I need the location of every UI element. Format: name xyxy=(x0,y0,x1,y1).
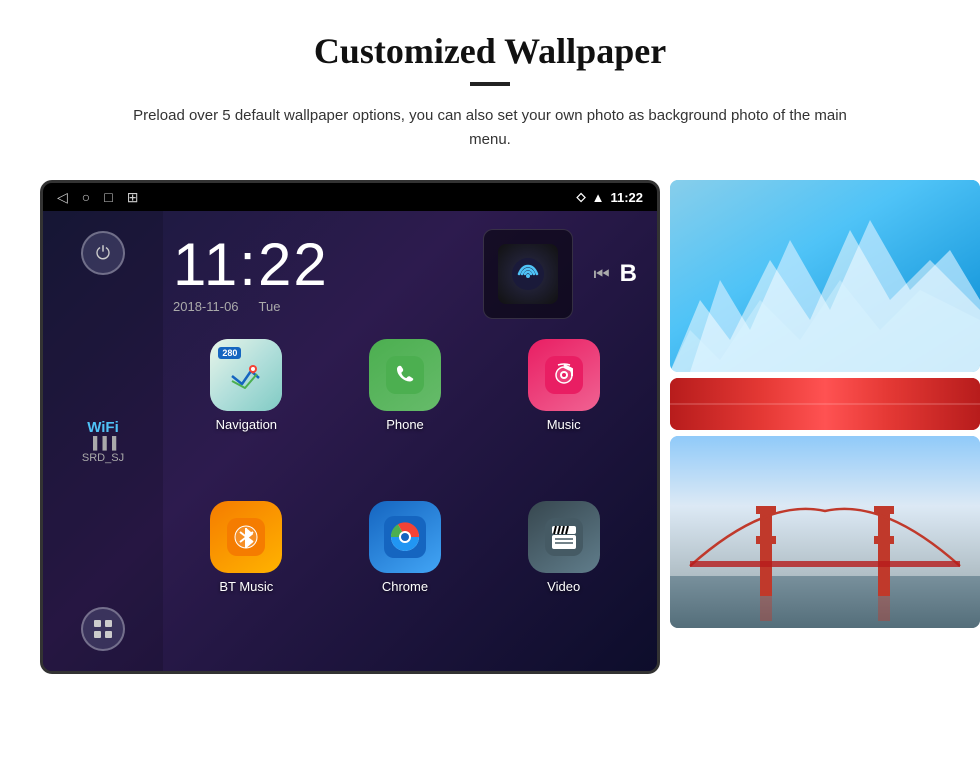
back-nav-icon[interactable]: ◁ xyxy=(57,189,68,206)
app-item-navigation[interactable]: 280 xyxy=(173,339,320,489)
home-nav-icon[interactable]: ○ xyxy=(82,189,90,205)
media-widget xyxy=(483,229,573,319)
navigation-label: Navigation xyxy=(216,417,277,432)
bt-music-icon xyxy=(210,501,282,573)
page-description: Preload over 5 default wallpaper options… xyxy=(115,104,865,152)
app-item-phone[interactable]: Phone xyxy=(332,339,479,489)
wifi-label: WiFi xyxy=(82,419,124,436)
bt-music-label: BT Music xyxy=(219,579,273,594)
page-title: Customized Wallpaper xyxy=(40,30,940,72)
wallpaper-thumbnails xyxy=(670,180,980,628)
wifi-bars: ▐▐▐ xyxy=(82,436,124,450)
nav-badge: 280 xyxy=(218,347,241,359)
device-mockup: ◁ ○ □ ⊞ ⬦ ▲ 11:22 ⏻ WiFi ▐ xyxy=(40,180,660,674)
content-area: ◁ ○ □ ⊞ ⬦ ▲ 11:22 ⏻ WiFi ▐ xyxy=(40,180,940,674)
app-item-bt-music[interactable]: BT Music xyxy=(173,501,320,651)
wallpaper-thumb-ice[interactable] xyxy=(670,180,980,372)
status-bar: ◁ ○ □ ⊞ ⬦ ▲ 11:22 xyxy=(43,183,657,211)
screen-body: ⏻ WiFi ▐▐▐ SRD_SJ xyxy=(43,211,657,671)
wifi-icon: ▲ xyxy=(592,190,605,205)
wifi-info: WiFi ▐▐▐ SRD_SJ xyxy=(82,419,124,464)
status-time: 11:22 xyxy=(610,190,643,205)
clock-row: 11:22 2018-11-06 Tue xyxy=(163,211,657,329)
status-left: ◁ ○ □ ⊞ xyxy=(57,189,138,206)
title-divider xyxy=(470,82,510,86)
app-item-chrome[interactable]: Chrome xyxy=(332,501,479,651)
music-icon xyxy=(528,339,600,411)
phone-label: Phone xyxy=(386,417,424,432)
navigation-icon: 280 xyxy=(210,339,282,411)
chrome-icon xyxy=(369,501,441,573)
status-right: ⬦ ▲ 11:22 xyxy=(576,189,643,205)
media-controls: ⏮ B xyxy=(593,260,637,288)
video-icon xyxy=(528,501,600,573)
clock-section: 11:22 2018-11-06 Tue xyxy=(173,235,463,314)
app-item-video[interactable]: Video xyxy=(490,501,637,651)
recents-nav-icon[interactable]: □ xyxy=(104,189,112,205)
text-b-label: B xyxy=(620,260,637,288)
wallpaper-stack xyxy=(670,180,980,628)
screen-main: 11:22 2018-11-06 Tue xyxy=(163,211,657,671)
clock-time: 11:22 xyxy=(173,235,463,295)
left-sidebar: ⏻ WiFi ▐▐▐ SRD_SJ xyxy=(43,211,163,671)
screenshot-nav-icon[interactable]: ⊞ xyxy=(127,189,139,206)
app-item-music[interactable]: Music xyxy=(490,339,637,489)
chrome-label: Chrome xyxy=(382,579,428,594)
apps-button[interactable] xyxy=(81,607,125,651)
music-label: Music xyxy=(547,417,581,432)
clock-day-value: Tue xyxy=(259,299,281,314)
clock-date: 2018-11-06 Tue xyxy=(173,299,463,314)
media-icon xyxy=(498,244,558,304)
skip-back-icon[interactable]: ⏮ xyxy=(593,264,609,285)
app-grid: 280 xyxy=(163,329,657,671)
video-label: Video xyxy=(547,579,580,594)
power-button[interactable]: ⏻ xyxy=(81,231,125,275)
wifi-ssid: SRD_SJ xyxy=(82,452,124,464)
nav-map: 280 xyxy=(210,339,282,411)
page-wrapper: Customized Wallpaper Preload over 5 defa… xyxy=(0,0,980,704)
wallpaper-thumb-middle xyxy=(670,378,980,430)
location-icon: ⬦ xyxy=(576,189,585,205)
phone-icon xyxy=(369,339,441,411)
clock-date-value: 2018-11-06 xyxy=(173,299,239,314)
wallpaper-thumb-bridge[interactable] xyxy=(670,436,980,628)
